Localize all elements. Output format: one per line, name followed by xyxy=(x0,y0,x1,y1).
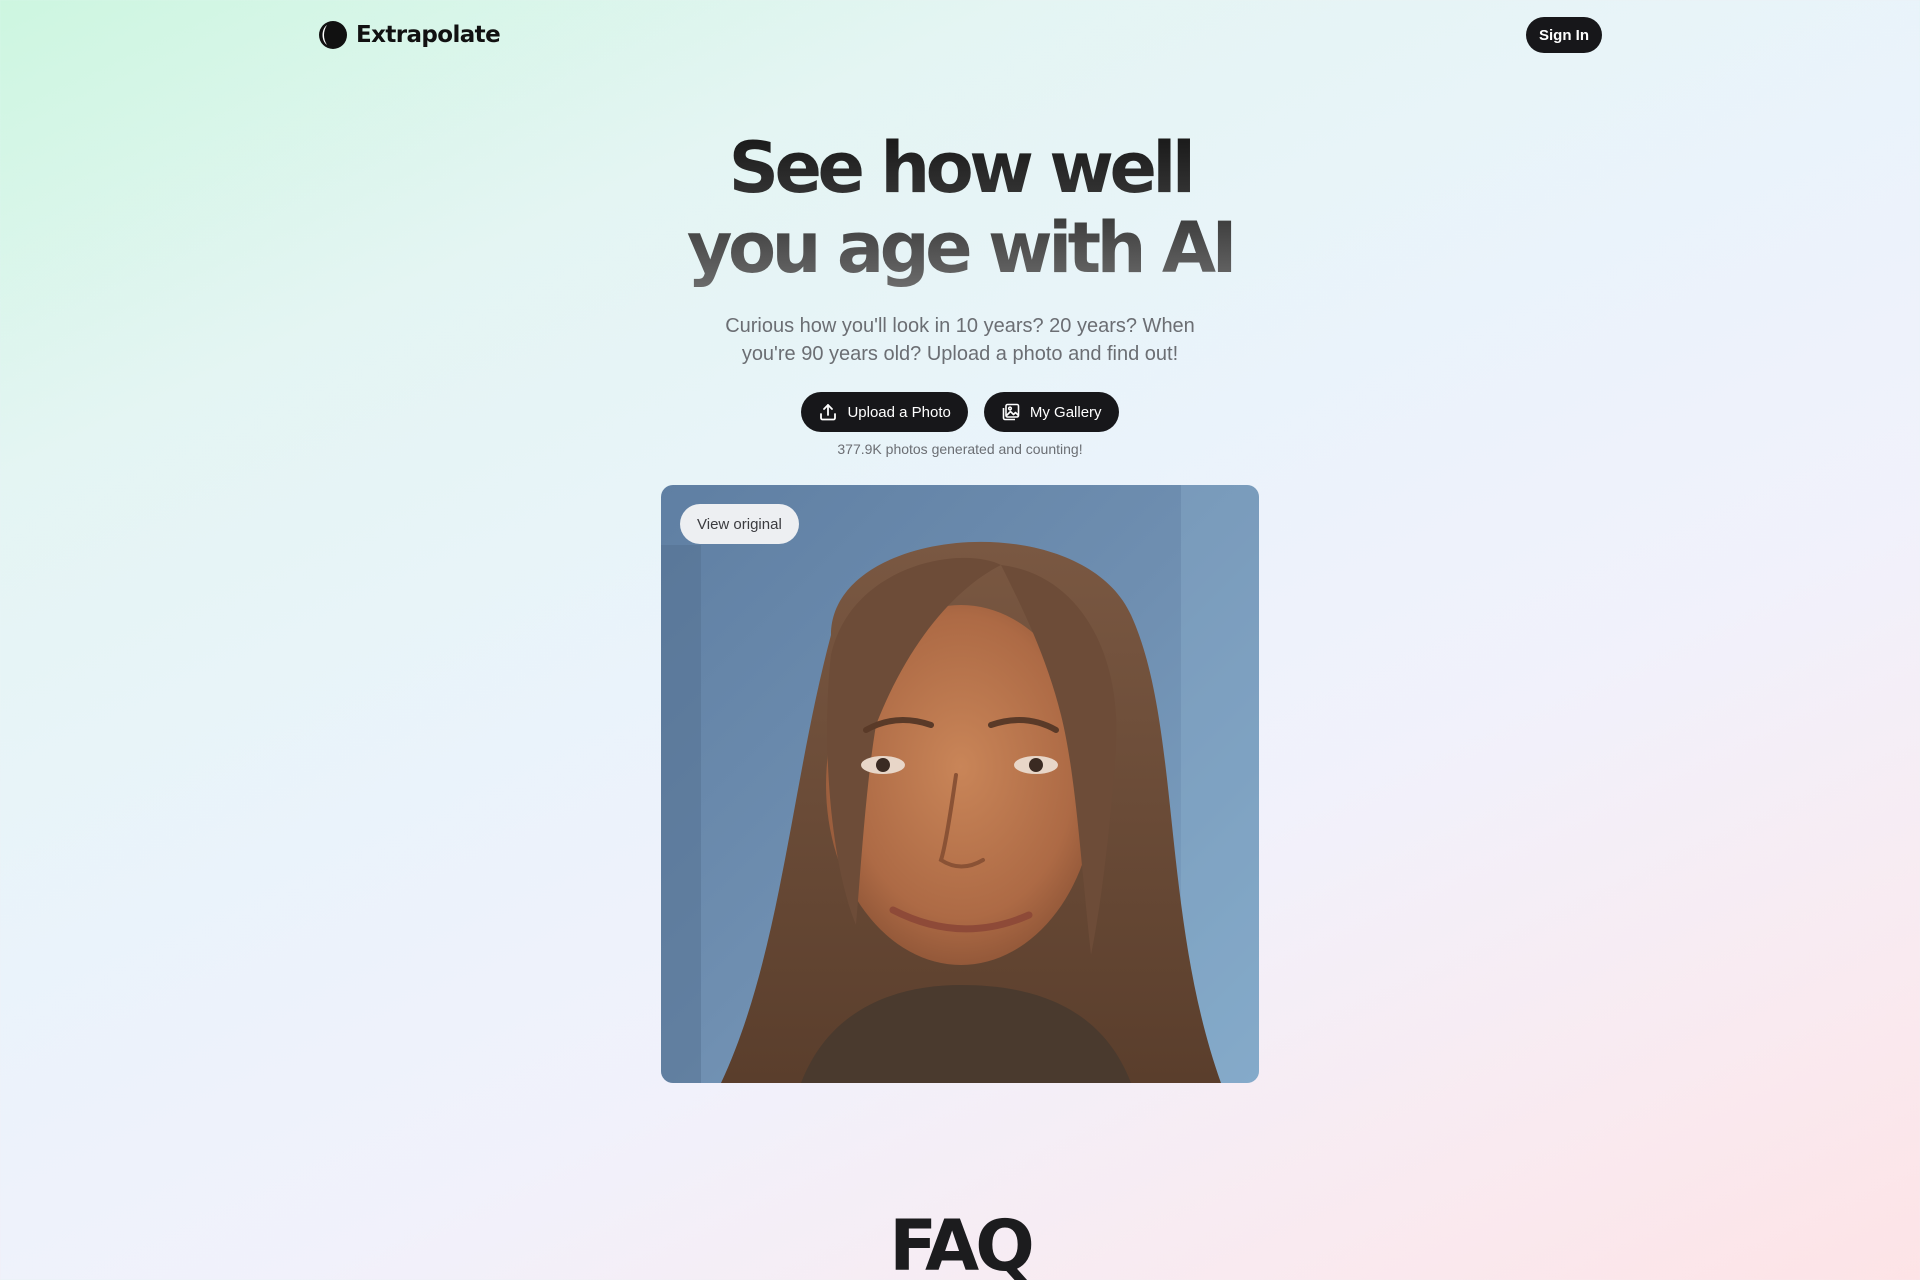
hero-title-line-2: you age with AI xyxy=(686,207,1234,289)
my-gallery-button[interactable]: My Gallery xyxy=(983,392,1119,432)
view-original-button[interactable]: View original xyxy=(680,504,799,544)
my-gallery-label: My Gallery xyxy=(1029,403,1102,421)
photos-generated-counter: 377.9K photos generated and counting! xyxy=(837,441,1083,457)
brand-name: Extrapolate xyxy=(356,22,501,48)
upload-photo-button[interactable]: Upload a Photo xyxy=(801,392,968,432)
aged-photo-card: View original xyxy=(661,485,1259,1083)
gallery-icon xyxy=(1001,402,1021,422)
hero-title-line-1: See how well xyxy=(728,127,1192,209)
hero-actions: Upload a Photo My Gallery xyxy=(0,392,1920,432)
faq-heading: FAQ xyxy=(889,1205,1034,1280)
extrapolate-logo-icon xyxy=(319,21,347,49)
hero-title: See how well you age with AI xyxy=(0,128,1920,288)
brand-logo-link[interactable]: Extrapolate xyxy=(318,19,501,51)
site-header: Extrapolate Sign In xyxy=(318,14,1602,56)
upload-icon xyxy=(818,402,838,422)
portrait-photo xyxy=(661,485,1259,1083)
hero-subtitle: Curious how you'll look in 10 years? 20 … xyxy=(725,315,1195,365)
sign-in-button[interactable]: Sign In xyxy=(1526,17,1602,53)
upload-photo-label: Upload a Photo xyxy=(847,403,951,421)
